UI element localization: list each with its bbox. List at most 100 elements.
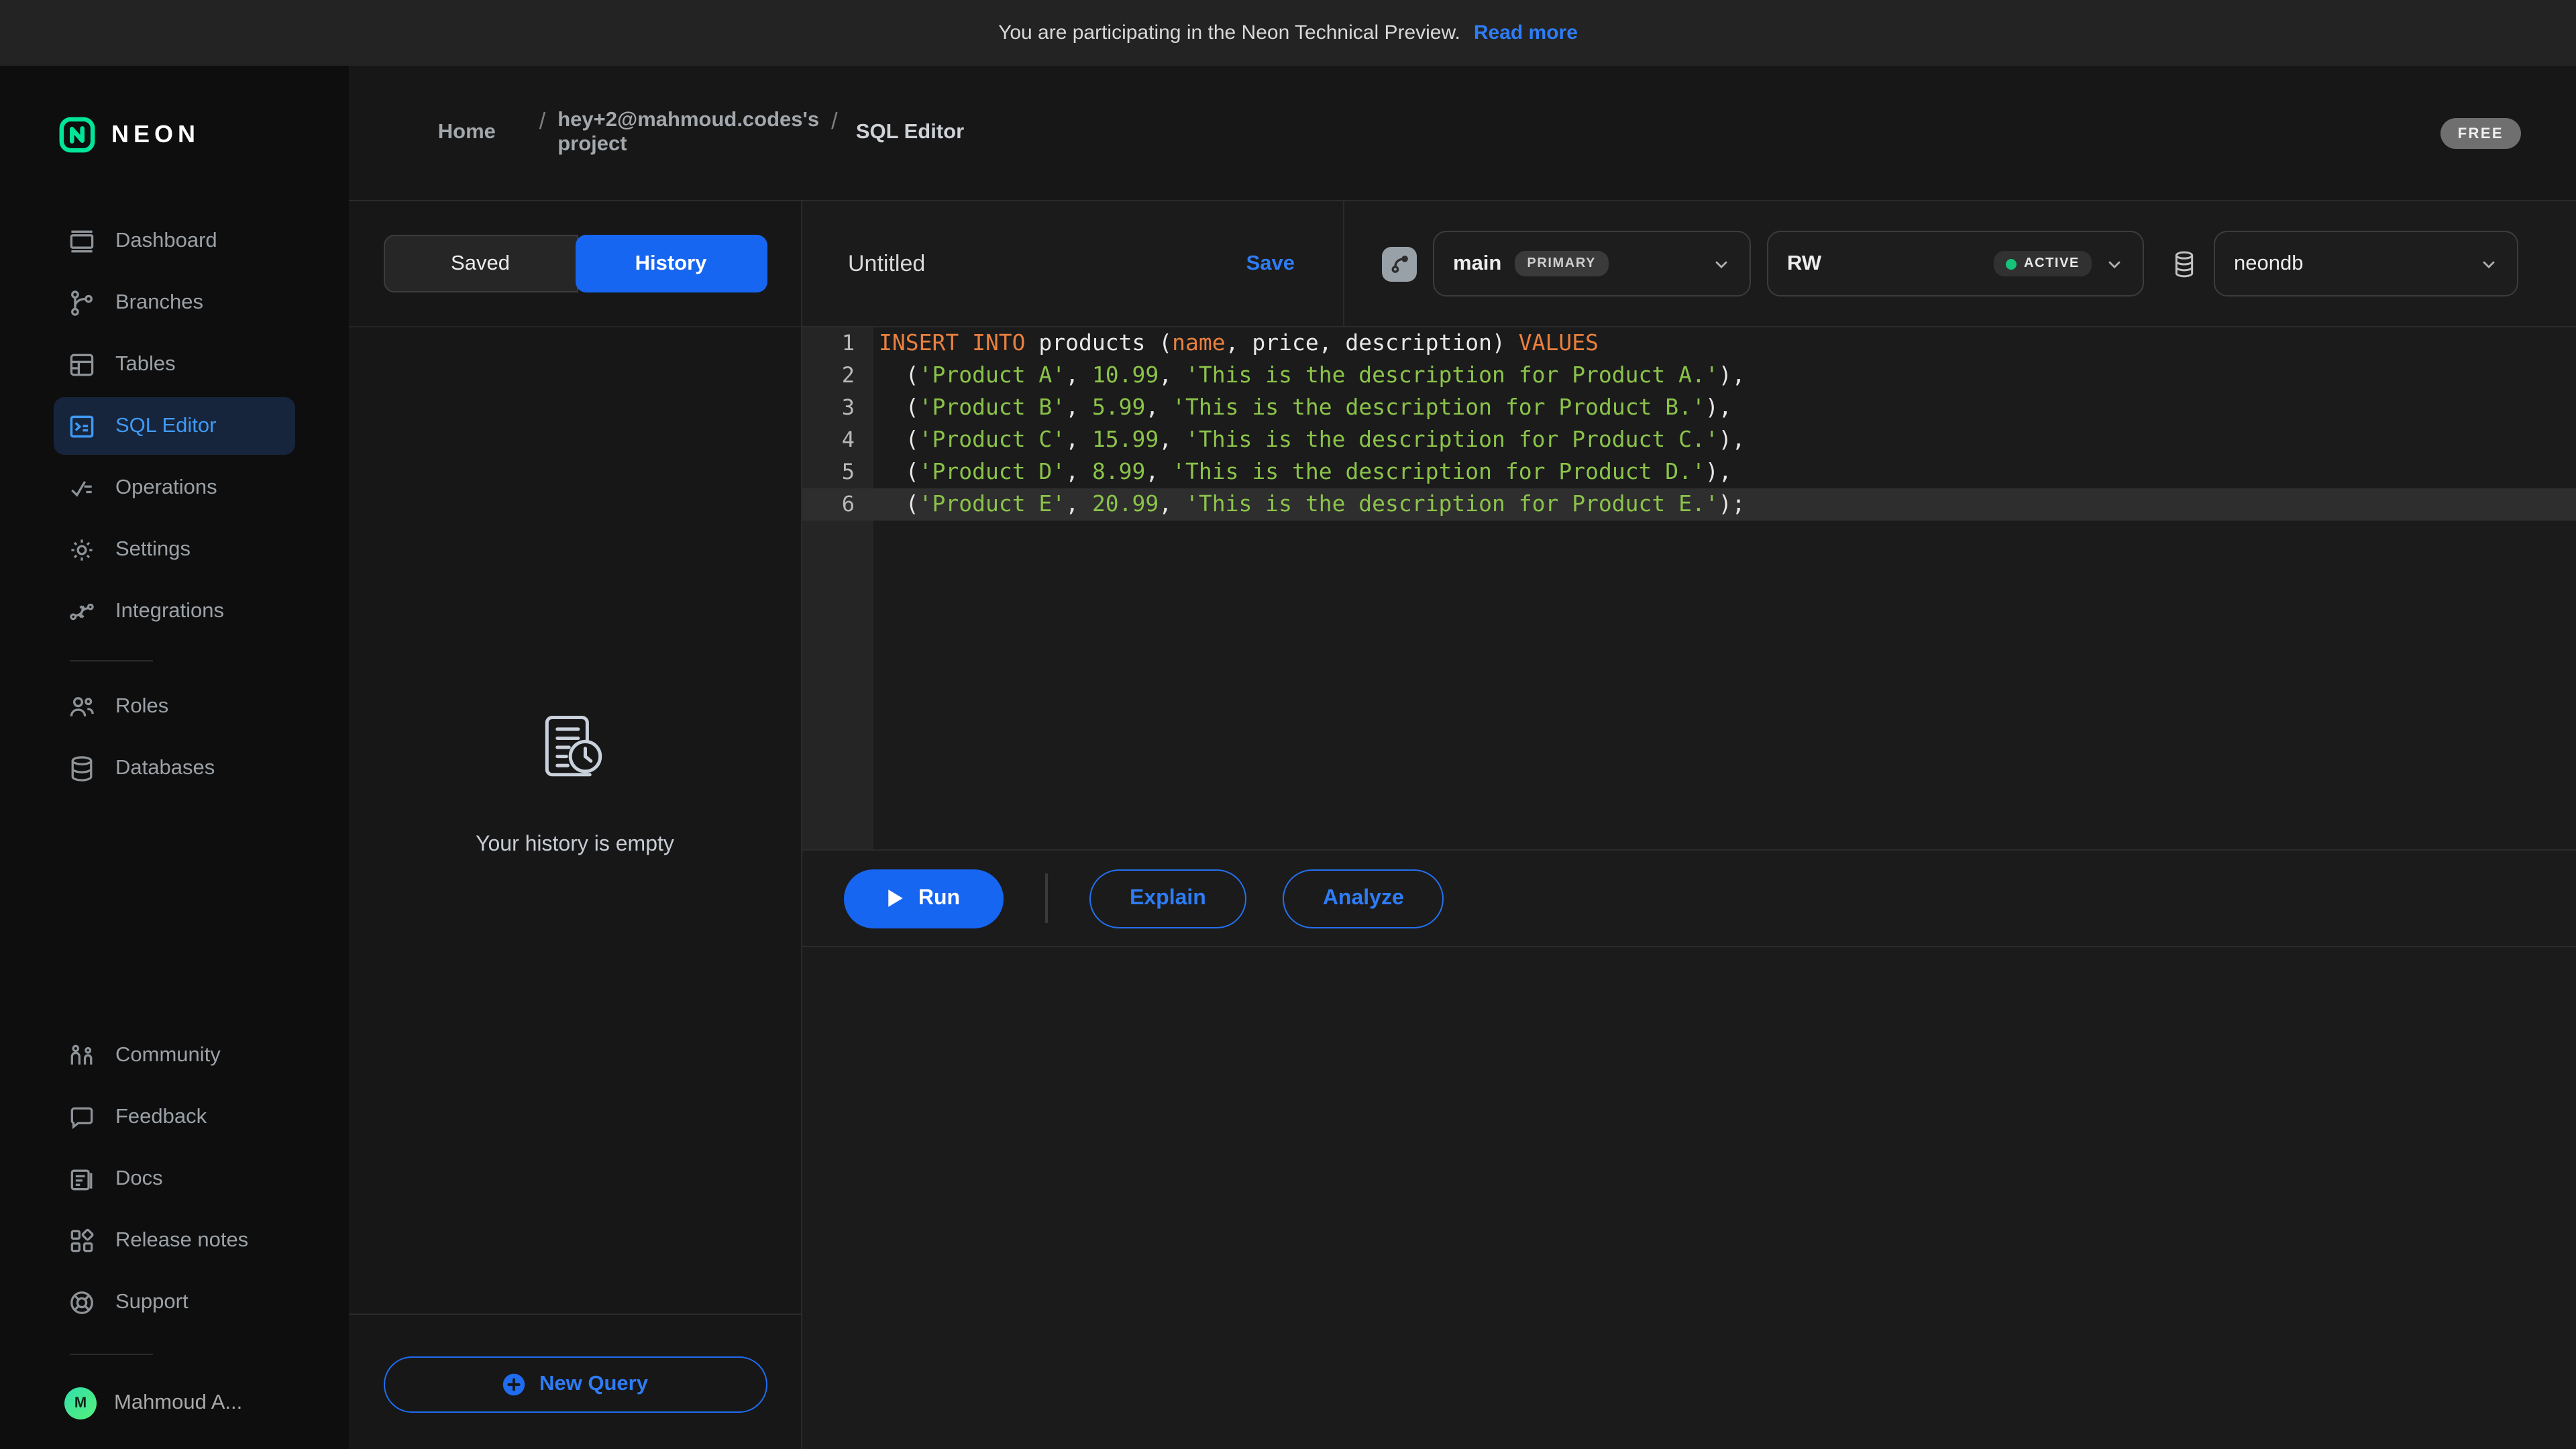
sql-code-editor[interactable]: 1INSERT INTO products (name, price, desc…	[802, 327, 2576, 851]
tab-saved[interactable]: Saved	[383, 235, 578, 292]
code-line[interactable]: 6 ('Product E', 20.99, 'This is the desc…	[802, 488, 2576, 521]
endpoint-name: RW	[1787, 252, 1821, 276]
active-badge: ACTIVE	[1993, 251, 2092, 276]
sidebar-item-label: Support	[115, 1290, 189, 1314]
read-more-link[interactable]: Read more	[1474, 21, 1578, 44]
sidebar-item-databases[interactable]: Databases	[54, 739, 295, 797]
sidebar-item-label: Dashboard	[115, 229, 217, 253]
sidebar-item-docs[interactable]: Docs	[54, 1150, 295, 1208]
sidebar-nav: Dashboard Branches	[0, 212, 349, 801]
breadcrumb-separator: /	[831, 109, 837, 157]
code-text: ('Product C', 15.99, 'This is the descri…	[873, 424, 1746, 456]
sidebar-item-support[interactable]: Support	[54, 1273, 295, 1331]
status-dot	[2005, 258, 2016, 269]
sidebar-item-feedback[interactable]: Feedback	[54, 1088, 295, 1146]
code-line[interactable]: 3 ('Product B', 5.99, 'This is the descr…	[802, 392, 2576, 424]
line-number: 4	[802, 424, 873, 456]
breadcrumb-current: SQL Editor	[850, 109, 971, 157]
sql-editor-panel: Untitled Save main PRIMARY	[802, 201, 2576, 1449]
history-panel: Saved History	[349, 201, 802, 1449]
sidebar-item-branches[interactable]: Branches	[54, 274, 295, 331]
sidebar-item-label: Settings	[115, 537, 191, 561]
user-menu[interactable]: M Mahmoud A...	[64, 1377, 349, 1430]
code-text: INSERT INTO products (name, price, descr…	[873, 327, 1599, 360]
analyze-button[interactable]: Analyze	[1283, 869, 1444, 928]
technical-preview-banner: You are participating in the Neon Techni…	[0, 0, 2576, 66]
gear-icon	[67, 535, 97, 564]
line-number: 2	[802, 360, 873, 392]
branch-avatar-icon[interactable]	[1382, 246, 1417, 281]
history-empty-text: Your history is empty	[476, 833, 674, 857]
plan-badge: FREE	[2440, 117, 2521, 148]
sidebar-item-integrations[interactable]: Integrations	[54, 582, 295, 640]
branch-select[interactable]: main PRIMARY	[1433, 231, 1751, 297]
sidebar-item-label: Integrations	[115, 599, 224, 623]
code-line[interactable]: 1INSERT INTO products (name, price, desc…	[802, 327, 2576, 360]
line-number: 5	[802, 456, 873, 488]
branch-name: main	[1453, 252, 1501, 276]
sidebar-item-community[interactable]: Community	[54, 1026, 295, 1084]
neon-logo[interactable]: NEON	[59, 117, 349, 153]
database-icon	[67, 753, 97, 783]
release-notes-icon	[67, 1226, 97, 1255]
community-icon	[67, 1040, 97, 1070]
tables-icon	[67, 350, 97, 379]
chat-bubble-icon	[67, 1102, 97, 1132]
sidebar-item-label: Release notes	[115, 1228, 248, 1252]
code-text: ('Product D', 8.99, 'This is the descrip…	[873, 456, 1732, 488]
sidebar-item-label: Feedback	[115, 1105, 207, 1129]
sidebar-item-sql-editor[interactable]: SQL Editor	[54, 397, 295, 455]
sidebar-divider	[70, 660, 153, 661]
sidebar-item-tables[interactable]: Tables	[54, 335, 295, 393]
editor-toolbar: Untitled Save main PRIMARY	[802, 201, 2576, 327]
new-query-button[interactable]: New Query	[383, 1356, 767, 1413]
banner-text: You are participating in the Neon Techni…	[998, 21, 1460, 44]
sidebar-item-dashboard[interactable]: Dashboard	[54, 212, 295, 270]
docs-icon	[67, 1164, 97, 1193]
sidebar-item-release-notes[interactable]: Release notes	[54, 1212, 295, 1269]
neon-console: You are participating in the Neon Techni…	[0, 0, 2576, 1449]
breadcrumb-home[interactable]: Home	[407, 109, 527, 157]
sql-editor-icon	[67, 411, 97, 441]
sidebar-item-label: SQL Editor	[115, 414, 217, 438]
chevron-down-icon	[2105, 254, 2124, 273]
new-query-label: New Query	[539, 1373, 648, 1397]
neon-logo-text: NEON	[111, 121, 200, 149]
connection-controls: main PRIMARY RW	[1344, 201, 2576, 326]
user-name: Mahmoud A...	[114, 1391, 242, 1415]
breadcrumb-separator: /	[539, 109, 545, 157]
code-lines: 1INSERT INTO products (name, price, desc…	[802, 327, 2576, 521]
tab-history[interactable]: History	[575, 235, 767, 292]
endpoint-select[interactable]: RW ACTIVE	[1767, 231, 2144, 297]
code-line[interactable]: 2 ('Product A', 10.99, 'This is the desc…	[802, 360, 2576, 392]
breadcrumb-project[interactable]: hey+2@mahmoud.codes's project	[557, 109, 819, 157]
sidebar-item-label: Docs	[115, 1167, 163, 1191]
topbar: Home / hey+2@mahmoud.codes's project / S…	[349, 66, 2576, 201]
avatar: M	[64, 1387, 97, 1419]
users-icon	[67, 692, 97, 721]
saved-history-toggle: Saved History	[383, 235, 767, 292]
integrations-icon	[67, 596, 97, 626]
actions-divider	[1045, 873, 1048, 923]
save-button[interactable]: Save	[1246, 252, 1295, 276]
lifebuoy-icon	[67, 1287, 97, 1317]
operations-icon	[67, 473, 97, 502]
sidebar-item-settings[interactable]: Settings	[54, 521, 295, 578]
sidebar-item-roles[interactable]: Roles	[54, 678, 295, 735]
run-label: Run	[918, 886, 960, 910]
explain-button[interactable]: Explain	[1089, 869, 1246, 928]
code-text: ('Product B', 5.99, 'This is the descrip…	[873, 392, 1732, 424]
code-text: ('Product E', 20.99, 'This is the descri…	[873, 488, 1746, 521]
code-line[interactable]: 5 ('Product D', 8.99, 'This is the descr…	[802, 456, 2576, 488]
sidebar-item-label: Operations	[115, 476, 217, 500]
sidebar-item-label: Community	[115, 1043, 221, 1067]
run-button[interactable]: Run	[844, 869, 1004, 928]
sidebar-divider	[70, 1354, 153, 1355]
query-title[interactable]: Untitled	[848, 250, 925, 277]
sidebar-item-operations[interactable]: Operations	[54, 459, 295, 517]
database-select[interactable]: neondb	[2214, 231, 2518, 297]
branches-icon	[67, 288, 97, 317]
history-empty-icon	[533, 707, 616, 790]
code-line[interactable]: 4 ('Product C', 15.99, 'This is the desc…	[802, 424, 2576, 456]
dashboard-icon	[67, 226, 97, 256]
